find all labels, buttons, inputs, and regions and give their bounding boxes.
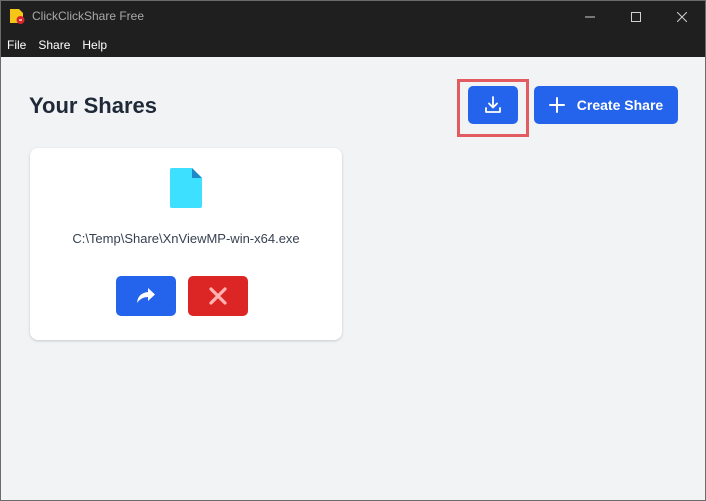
share-card: C:\Temp\Share\XnViewMP-win-x64.exe bbox=[30, 148, 342, 340]
file-icon bbox=[170, 168, 202, 208]
maximize-icon bbox=[631, 11, 641, 22]
menu-file[interactable]: File bbox=[7, 38, 26, 52]
title-bar: ClickClickShare Free bbox=[1, 1, 705, 32]
create-share-label: Create Share bbox=[576, 97, 664, 113]
share-button[interactable] bbox=[116, 276, 176, 316]
minimize-button[interactable] bbox=[567, 1, 613, 32]
menu-help[interactable]: Help bbox=[82, 38, 107, 52]
download-icon bbox=[485, 96, 501, 113]
maximize-button[interactable] bbox=[613, 1, 659, 32]
x-icon bbox=[209, 287, 227, 305]
main-content: Your Shares Create Share C:\Temp\Share\X… bbox=[1, 57, 705, 500]
menu-share[interactable]: Share bbox=[38, 38, 70, 52]
import-share-button[interactable] bbox=[468, 86, 518, 124]
menu-bar: File Share Help bbox=[1, 32, 705, 57]
share-file-path: C:\Temp\Share\XnViewMP-win-x64.exe bbox=[72, 231, 300, 246]
close-icon bbox=[677, 11, 687, 22]
window-title: ClickClickShare Free bbox=[32, 9, 145, 23]
plus-icon bbox=[548, 97, 565, 113]
create-share-button[interactable]: Create Share bbox=[534, 86, 678, 124]
close-button[interactable] bbox=[659, 1, 705, 32]
share-arrow-icon bbox=[137, 288, 155, 303]
page-title: Your Shares bbox=[29, 93, 157, 118]
app-logo-icon bbox=[10, 9, 25, 24]
minimize-icon bbox=[585, 16, 595, 17]
app-window: ClickClickShare Free File Share Help You… bbox=[0, 0, 706, 501]
delete-share-button[interactable] bbox=[188, 276, 248, 316]
